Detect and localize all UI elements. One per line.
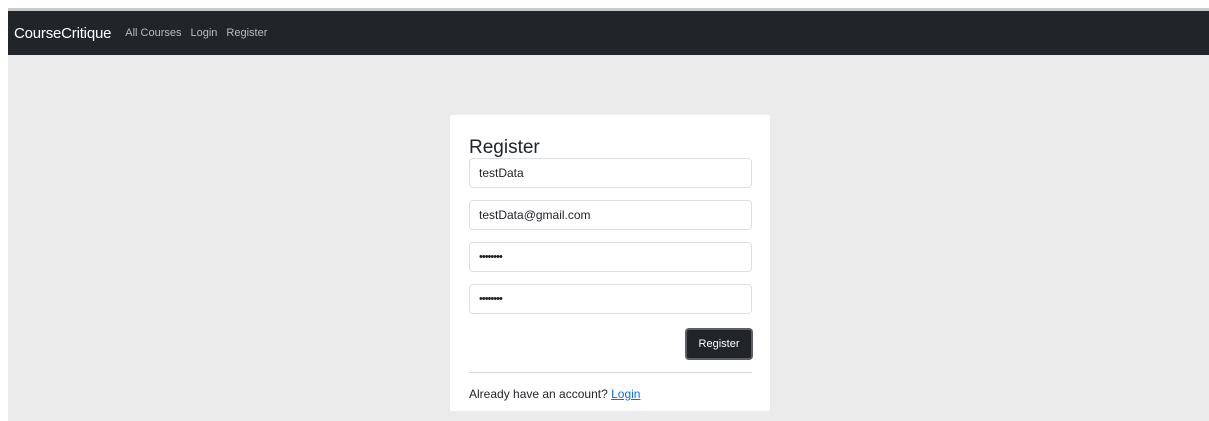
username-input[interactable]: [469, 158, 752, 188]
login-prompt-text: Already have an account?: [469, 387, 608, 401]
nav-link-login[interactable]: Login: [191, 27, 218, 39]
email-input[interactable]: [469, 200, 752, 230]
nav-link-all-courses[interactable]: All Courses: [125, 27, 181, 39]
confirm-password-input[interactable]: [469, 284, 752, 314]
top-navbar: CourseCritique All Courses Login Registe…: [8, 11, 1209, 55]
brand-logo-link[interactable]: CourseCritique: [14, 25, 111, 42]
register-submit-button[interactable]: Register: [685, 328, 753, 360]
form-divider: [469, 372, 752, 373]
register-card: Register Register Already have an accoun…: [450, 115, 770, 411]
page-frame: CourseCritique All Courses Login Registe…: [8, 8, 1209, 421]
password-input[interactable]: [469, 242, 752, 272]
register-title: Register: [469, 137, 540, 158]
login-link[interactable]: Login: [611, 387, 640, 401]
nav-link-register[interactable]: Register: [226, 27, 267, 39]
login-prompt: Already have an account? Login: [469, 387, 640, 401]
